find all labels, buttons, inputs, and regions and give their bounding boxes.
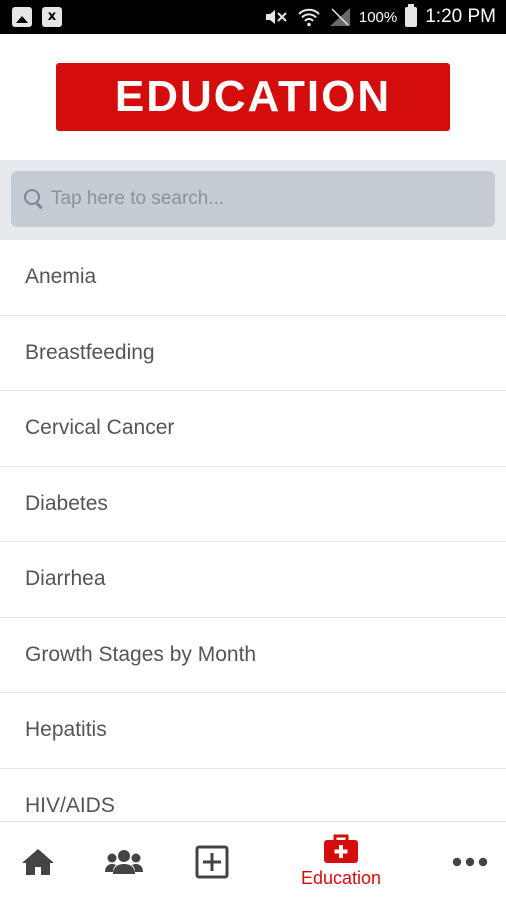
list-item-label: Growth Stages by Month	[25, 642, 257, 666]
search-icon	[23, 188, 45, 210]
topic-list: Anemia Breastfeeding Cervical Cancer Dia…	[0, 240, 506, 821]
list-item[interactable]: Hepatitis	[0, 693, 506, 769]
list-item[interactable]: Breastfeeding	[0, 316, 506, 391]
home-icon	[22, 848, 54, 875]
list-item[interactable]: Diarrhea	[0, 542, 506, 618]
signal-icon	[329, 8, 350, 26]
mute-icon	[265, 10, 287, 24]
status-bar: 100% 1:20 PM	[0, 0, 506, 34]
list-item-label: Diabetes	[25, 491, 108, 515]
more-icon	[452, 857, 488, 866]
list-item[interactable]: Growth Stages by Month	[0, 618, 506, 693]
tab-education[interactable]: Education	[291, 822, 391, 900]
tab-label: Education	[300, 868, 382, 888]
list-item[interactable]: Anemia	[0, 240, 506, 316]
list-item[interactable]: Diabetes	[0, 467, 506, 542]
add-square-icon	[195, 845, 229, 878]
wifi-icon	[298, 8, 320, 27]
list-item-label: Hepatitis	[25, 718, 107, 742]
list-item-label: Breastfeeding	[25, 340, 155, 364]
battery-percent: 100%	[358, 8, 398, 26]
tab-add[interactable]	[192, 822, 232, 900]
search-box[interactable]	[11, 171, 495, 227]
users-icon	[105, 849, 143, 874]
tab-home[interactable]	[18, 822, 58, 900]
page-title: EDUCATION	[56, 63, 450, 131]
search-bar	[0, 160, 506, 240]
list-item-label: Cervical Cancer	[25, 416, 175, 440]
tab-users[interactable]	[104, 822, 144, 900]
notification-icons	[12, 7, 62, 27]
system-status: 100% 1:20 PM	[263, 4, 496, 28]
tab-more[interactable]	[450, 822, 490, 900]
list-item[interactable]: HIV/AIDS	[0, 769, 506, 822]
search-input[interactable]	[51, 188, 495, 210]
image-notification-icon	[12, 7, 32, 27]
medical-kit-icon	[324, 834, 358, 863]
list-item-label: Diarrhea	[25, 567, 106, 591]
bottom-tab-bar: Education	[0, 821, 506, 900]
list-item[interactable]: Cervical Cancer	[0, 391, 506, 467]
list-item-label: HIV/AIDS	[25, 793, 115, 817]
list-item-label: Anemia	[25, 265, 97, 289]
page-header: EDUCATION	[0, 34, 506, 160]
battery-icon	[405, 4, 418, 27]
file-notification-icon	[42, 7, 62, 27]
clock: 1:20 PM	[425, 6, 496, 27]
